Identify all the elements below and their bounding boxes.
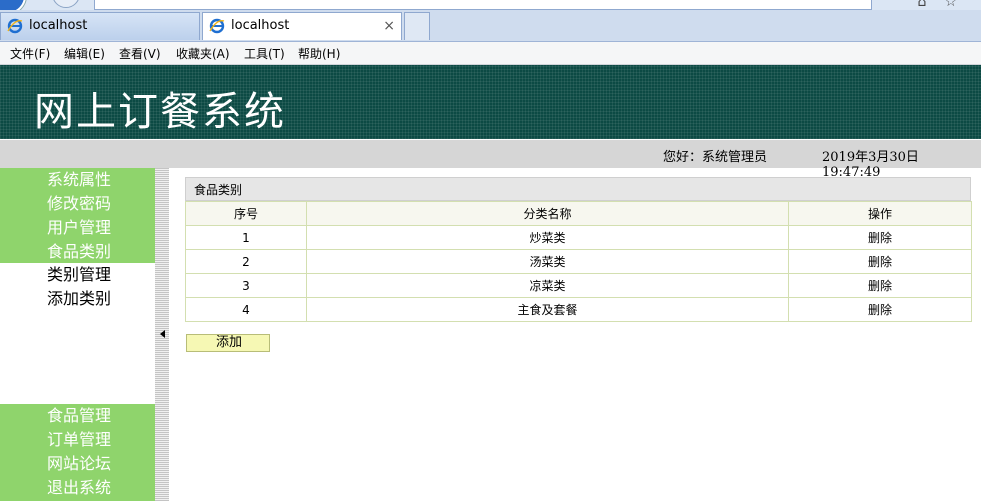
browser-menu-bar: 文件(F) 编辑(E) 查看(V) 收藏夹(A) 工具(T) 帮助(H) [0,42,981,65]
menu-file[interactable]: 文件(F) [10,45,50,62]
site-header: 网上订餐系统 [0,65,981,139]
row-action-cell: 删除 [788,249,972,274]
nav-submenu: 类别管理 添加类别 [0,263,155,311]
nav-item-order-management[interactable]: 订单管理 [0,428,155,452]
nav-item-logout[interactable]: 退出系统 [0,476,155,500]
menu-help[interactable]: 帮助(H) [298,45,340,62]
table-row: 3 凉菜类 删除 [185,273,972,298]
ie-icon [209,18,225,34]
column-header-name: 分类名称 [306,201,789,226]
settings-icon[interactable]: ☆ [944,0,975,10]
delete-link[interactable]: 删除 [868,255,892,269]
sidebar: 系统属性 修改密码 用户管理 食品类别 类别管理 添加类别 食品管理 订单管理 … [0,168,155,501]
menu-tools[interactable]: 工具(T) [244,45,285,62]
tab-label: localhost [231,18,290,33]
ie-icon [7,18,23,34]
delete-link[interactable]: 删除 [868,303,892,317]
nav-item-food-management[interactable]: 食品管理 [0,404,155,428]
table-row: 1 炒菜类 删除 [185,225,972,250]
forward-button[interactable] [52,0,80,8]
status-bar: 您好：系统管理员 2019年3月30日 19:47:49 [0,140,981,180]
category-table: 序号 分类名称 操作 1 炒菜类 删除 2 汤菜类 删除 3 凉菜类 删除 4 … [185,201,972,322]
nav-subitem-add-category[interactable]: 添加类别 [0,287,155,311]
browser-tab-bar: localhost localhost × [0,10,981,42]
row-category-name: 炒菜类 [306,225,789,250]
tab-label: localhost [29,18,88,33]
new-tab-button[interactable] [404,12,430,40]
nav-item-forum[interactable]: 网站论坛 [0,452,155,476]
category-panel: 食品类别 序号 分类名称 操作 1 炒菜类 删除 2 汤菜类 删除 3 凉菜类 [185,177,972,322]
site-title: 网上订餐系统 [34,89,286,135]
row-action-cell: 删除 [788,225,972,250]
nav-subitem-category-management[interactable]: 类别管理 [0,263,155,287]
address-bar-area: ⌂☆ [0,0,981,10]
address-input[interactable] [94,0,872,10]
nav-item-food-category[interactable]: 食品类别 [0,240,155,264]
column-header-action: 操作 [788,201,972,226]
panel-title: 食品类别 [185,177,971,201]
table-header-row: 序号 分类名称 操作 [185,201,972,226]
nav-item-user-management[interactable]: 用户管理 [0,216,155,240]
collapse-arrow-icon[interactable] [160,330,165,338]
browser-tab-1[interactable]: localhost [0,12,200,40]
row-id: 4 [185,297,307,322]
browser-tab-2[interactable]: localhost × [202,12,402,40]
table-row: 4 主食及套餐 删除 [185,297,972,322]
menu-view[interactable]: 查看(V) [119,45,161,62]
row-category-name: 主食及套餐 [306,297,789,322]
sidebar-splitter[interactable] [155,168,169,501]
row-action-cell: 删除 [788,297,972,322]
nav-group-top: 系统属性 修改密码 用户管理 食品类别 [0,168,155,263]
current-datetime: 2019年3月30日 19:47:49 [822,150,919,180]
user-greeting: 您好：系统管理员 [663,150,768,165]
nav-group-bottom: 食品管理 订单管理 网站论坛 退出系统 [0,404,155,501]
menu-edit[interactable]: 编辑(E) [64,45,105,62]
nav-item-system-properties[interactable]: 系统属性 [0,168,155,192]
delete-link[interactable]: 删除 [868,279,892,293]
back-button[interactable] [0,0,26,10]
column-header-id: 序号 [185,201,307,226]
row-id: 1 [185,225,307,250]
table-row: 2 汤菜类 删除 [185,249,972,274]
delete-link[interactable]: 删除 [868,231,892,245]
nav-item-change-password[interactable]: 修改密码 [0,192,155,216]
row-category-name: 汤菜类 [306,249,789,274]
row-id: 3 [185,273,307,298]
add-category-button[interactable]: 添加 [186,334,270,352]
home-icon[interactable]: ⌂ [918,0,945,10]
menu-favorites[interactable]: 收藏夹(A) [176,45,230,62]
row-category-name: 凉菜类 [306,273,789,298]
browser-controls: ⌂☆ [918,0,975,10]
row-id: 2 [185,249,307,274]
row-action-cell: 删除 [788,273,972,298]
close-tab-icon[interactable]: × [383,13,395,39]
